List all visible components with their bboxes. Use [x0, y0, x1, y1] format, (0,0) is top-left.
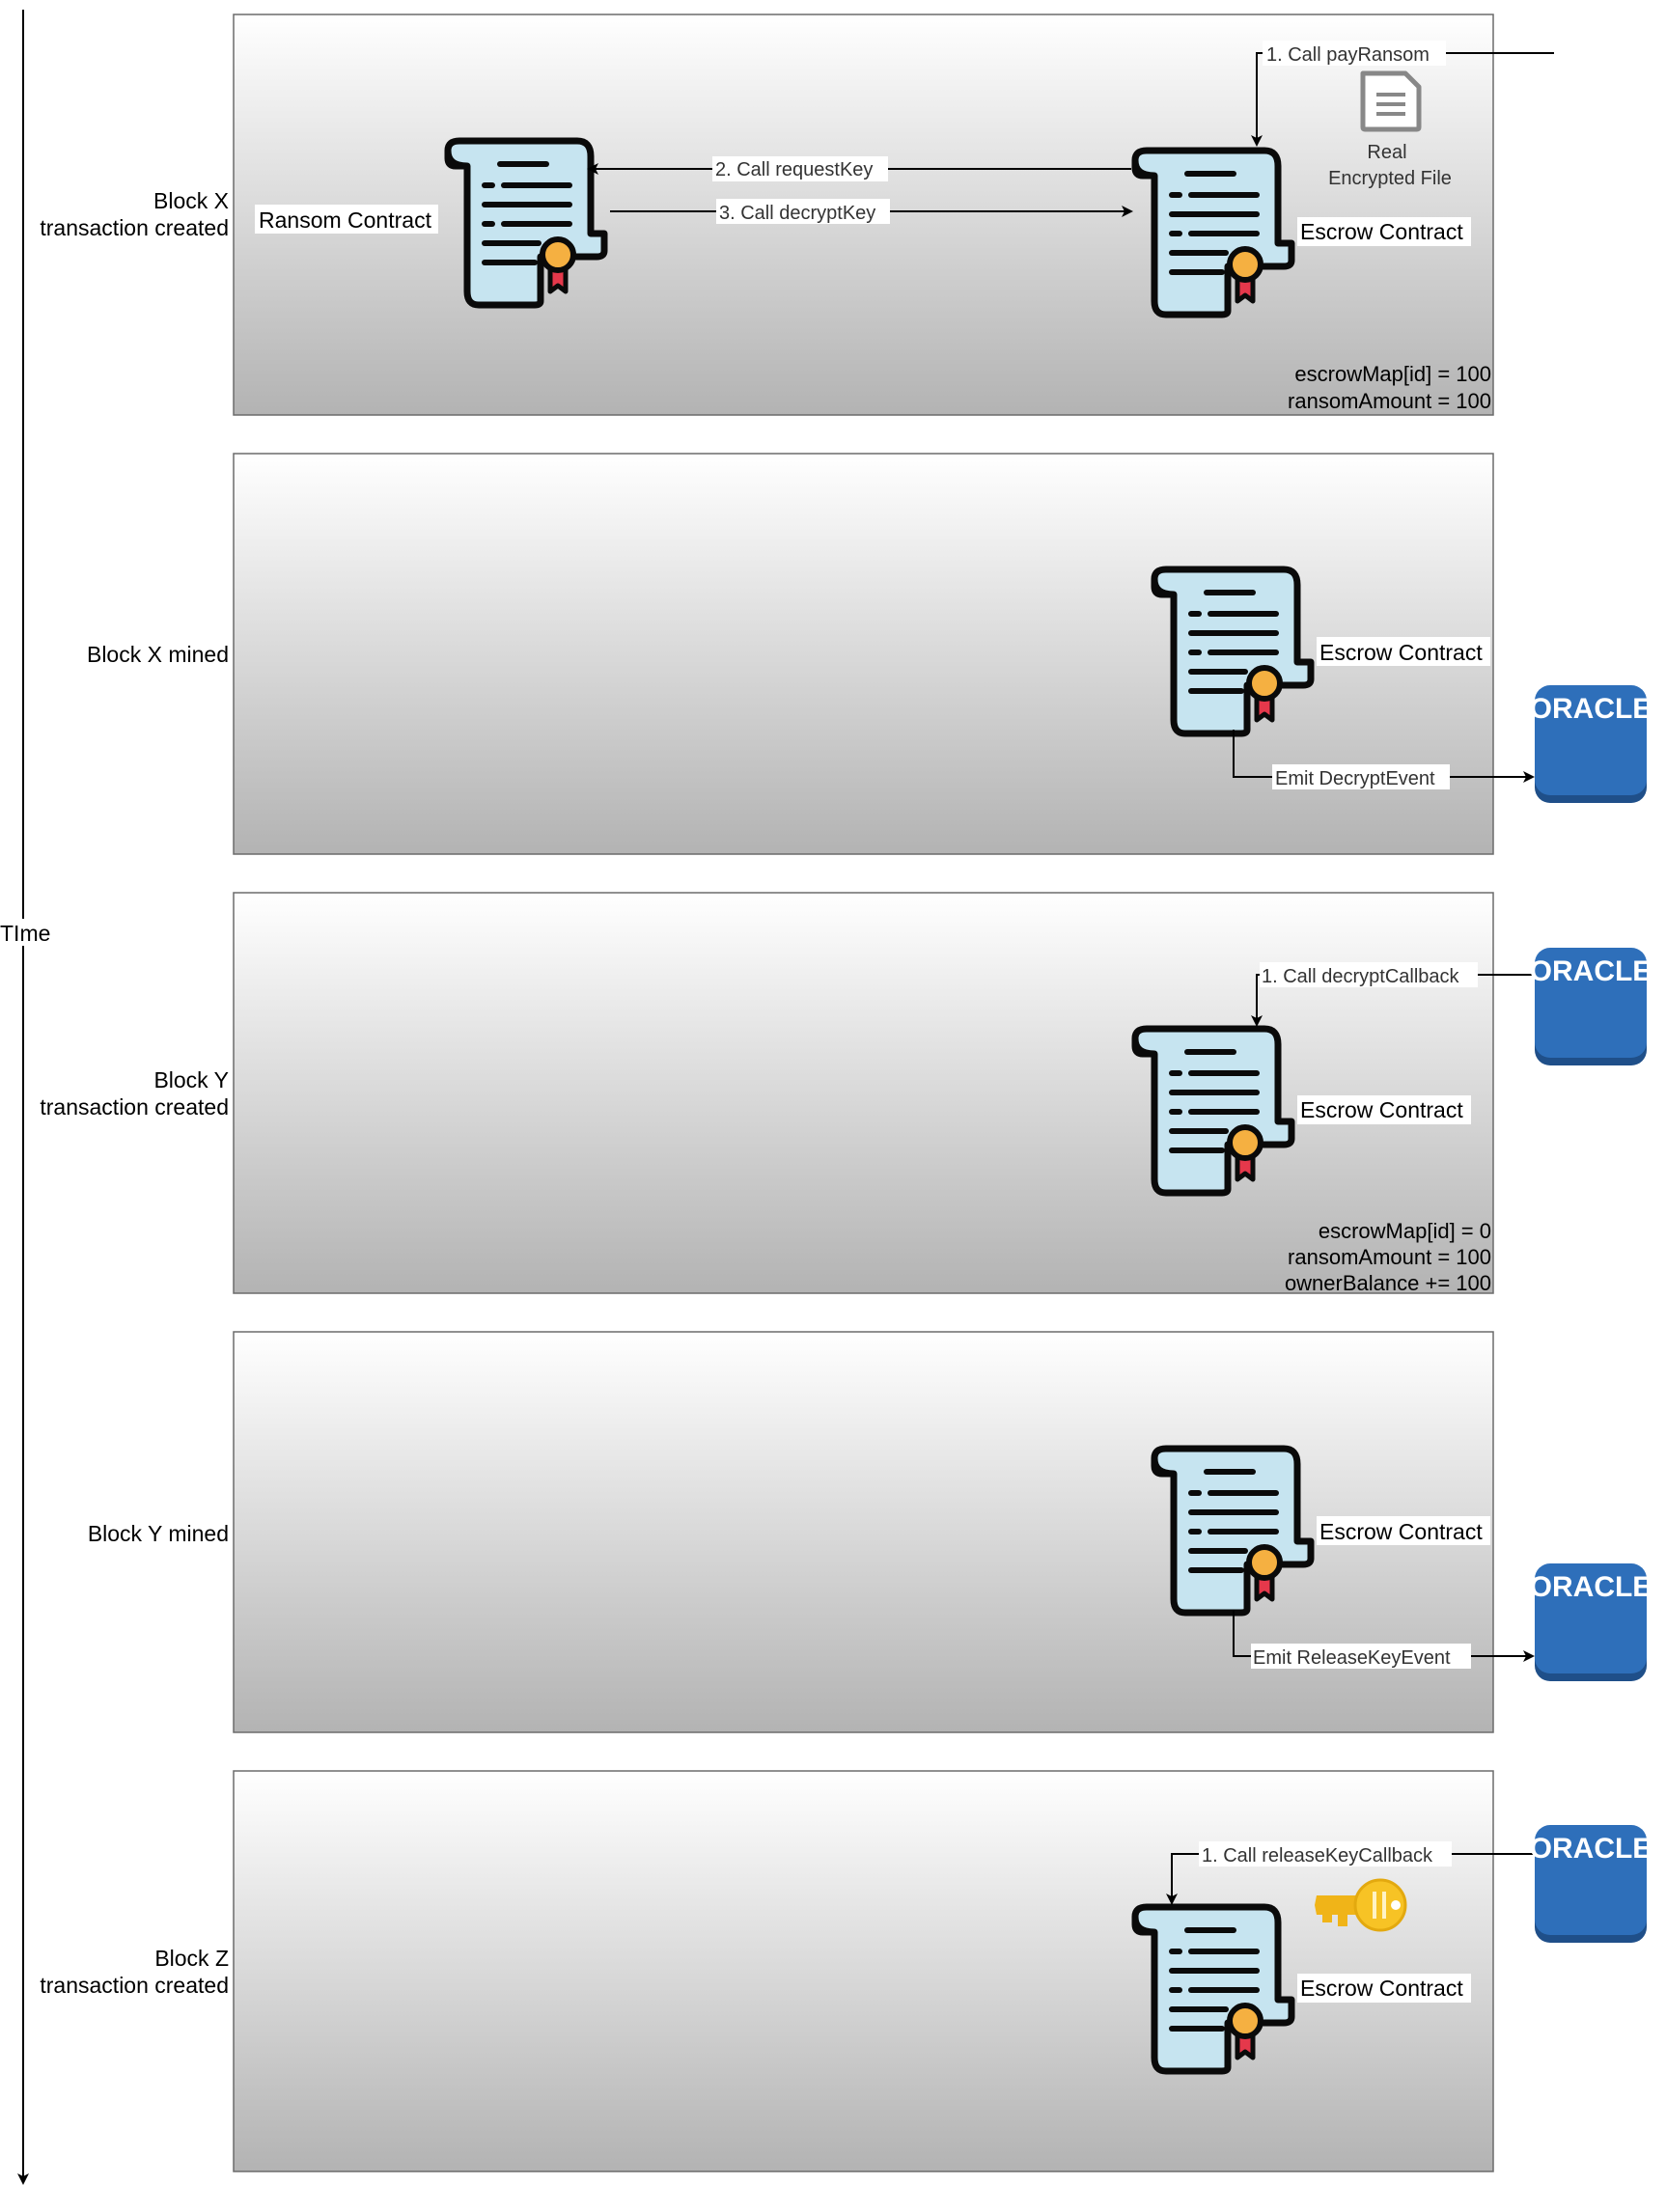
panel-2-background — [233, 453, 1494, 855]
oracle-label: ORACLE — [1530, 1571, 1652, 1603]
arrow-request-key-label: 2. Call requestKey — [715, 159, 873, 180]
oracle-icon: ORACLE — [1530, 1563, 1652, 1681]
time-axis-label: TIme — [0, 921, 50, 946]
escrow-contract-label: Escrow Contract — [1300, 1976, 1463, 2001]
arrow-release-key-callback-label: 1. Call releaseKeyCallback — [1202, 1845, 1433, 1866]
panel-5-label-line-1: Block Z — [154, 1946, 229, 1971]
escrow-sequence-diagram: TIme Block X transaction created Ransom … — [0, 10, 1652, 2185]
panel-1-state-line-1: escrowMap[id] = 100 — [1294, 362, 1491, 386]
oracle-label: ORACLE — [1530, 693, 1652, 725]
panel-block-x-mined: Block X mined Escrow Contract Emit Decry… — [87, 453, 1652, 855]
file-label-line-1: Real — [1367, 142, 1406, 163]
panel-4-label-line-1: Block Y mined — [88, 1521, 229, 1546]
panel-3-label-line-2: transaction created — [40, 1094, 229, 1120]
escrow-contract-label: Escrow Contract — [1319, 640, 1483, 665]
file-label-line-2: Encrypted File — [1328, 168, 1452, 189]
panel-3-background — [233, 892, 1494, 1294]
panel-block-y-transaction-created: Block Y transaction created Escrow Contr… — [40, 892, 1652, 1295]
panel-block-z-transaction-created: Block Z transaction created Escrow Contr… — [40, 1770, 1652, 2172]
panel-3-state-line-1: escrowMap[id] = 0 — [1319, 1219, 1491, 1243]
panel-1-label-line-2: transaction created — [40, 215, 229, 240]
panel-5-background — [233, 1770, 1494, 2172]
oracle-label: ORACLE — [1530, 1833, 1652, 1865]
arrow-decrypt-callback-label: 1. Call decryptCallback — [1262, 966, 1460, 987]
arrow-pay-ransom-label: 1. Call payRansom — [1266, 44, 1430, 66]
panel-1-label-line-1: Block X — [153, 188, 229, 213]
arrow-emit-release-key-event-label: Emit ReleaseKeyEvent — [1253, 1647, 1451, 1669]
oracle-label: ORACLE — [1530, 955, 1652, 987]
panel-4-background — [233, 1331, 1494, 1733]
panel-2-label-line-1: Block X mined — [87, 642, 229, 667]
panel-3-label-line-1: Block Y — [153, 1067, 229, 1092]
panel-block-x-transaction-created: Block X transaction created Ransom Contr… — [40, 14, 1554, 416]
oracle-icon: ORACLE — [1530, 1825, 1652, 1943]
panel-3-state-line-3: ownerBalance += 100 — [1285, 1271, 1491, 1295]
escrow-contract-label: Escrow Contract — [1300, 1097, 1463, 1122]
escrow-contract-label: Escrow Contract — [1300, 219, 1463, 244]
oracle-icon: ORACLE — [1530, 948, 1652, 1065]
panel-3-state-line-2: ransomAmount = 100 — [1288, 1245, 1491, 1269]
panel-block-y-mined: Block Y mined Escrow Contract Emit Relea… — [88, 1331, 1652, 1733]
oracle-icon: ORACLE — [1530, 685, 1652, 803]
escrow-contract-label: Escrow Contract — [1319, 1519, 1483, 1544]
arrow-decrypt-key-label: 3. Call decryptKey — [719, 203, 875, 224]
ransom-contract-label: Ransom Contract — [259, 207, 432, 233]
arrow-emit-decrypt-event-label: Emit DecryptEvent — [1275, 768, 1435, 789]
encrypted-file-icon — [1360, 70, 1422, 132]
panel-1-state-line-2: ransomAmount = 100 — [1288, 389, 1491, 413]
panel-5-label-line-2: transaction created — [40, 1973, 229, 1998]
